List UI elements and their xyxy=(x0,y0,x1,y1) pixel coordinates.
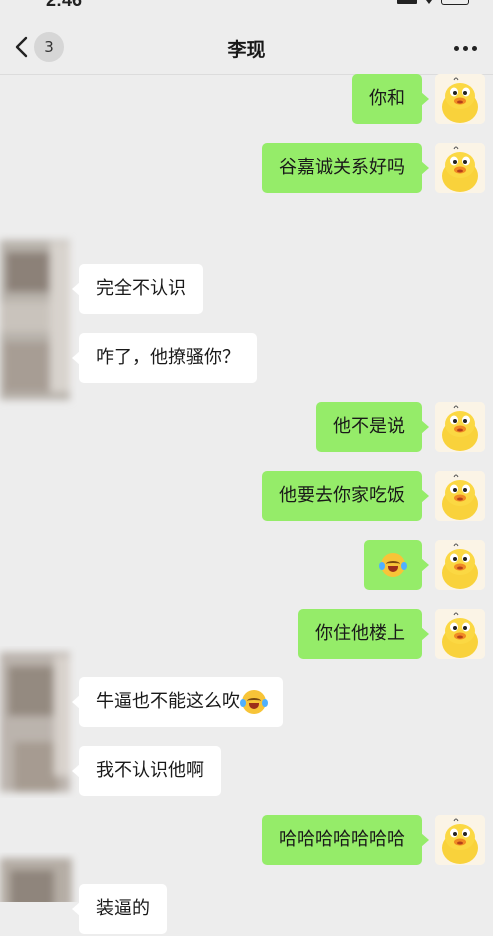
self-avatar-duck[interactable] xyxy=(435,402,485,452)
received-message-bubble[interactable]: 牛逼也不能这么吹 xyxy=(72,677,283,727)
message-text: 他不是说 xyxy=(333,416,405,437)
message-row-outgoing: 谷嘉诚关系好吗 xyxy=(0,143,493,195)
sent-message-bubble[interactable]: 他不是说 xyxy=(316,402,429,452)
tear-drop xyxy=(240,699,246,707)
message-text: 谷嘉诚关系好吗 xyxy=(279,157,405,178)
message-text: 你住他楼上 xyxy=(315,623,405,644)
more-options-button[interactable] xyxy=(454,46,477,51)
sent-message-bubble[interactable]: 你和 xyxy=(352,74,429,124)
message-text: 我不认识他啊 xyxy=(96,760,204,781)
self-avatar-duck[interactable] xyxy=(435,74,485,124)
status-bar: 2:46 xyxy=(0,0,493,14)
tear-drop xyxy=(262,699,268,707)
self-avatar-duck[interactable] xyxy=(435,471,485,521)
message-row-incoming: 装逼的 xyxy=(0,884,493,936)
sent-message-bubble[interactable]: 你住他楼上 xyxy=(298,609,429,659)
self-avatar-duck[interactable] xyxy=(435,815,485,865)
message-row-outgoing: 他不是说 xyxy=(0,402,493,454)
message-row-outgoing: 他要去你家吃饭 xyxy=(0,471,493,523)
message-row-outgoing: 你和 xyxy=(0,74,493,126)
chat-title: 李现 xyxy=(227,39,266,61)
tear-drop xyxy=(401,562,407,570)
self-avatar-duck[interactable] xyxy=(435,609,485,659)
received-message-bubble[interactable]: 装逼的 xyxy=(72,884,167,934)
signal-icon xyxy=(397,0,417,4)
received-message-bubble[interactable]: 完全不认识 xyxy=(72,264,203,314)
sent-message-bubble[interactable] xyxy=(364,540,429,590)
status-time: 2:46 xyxy=(46,0,83,10)
wifi-icon xyxy=(423,0,435,4)
message-row-incoming: 完全不认识 xyxy=(0,264,493,316)
more-dots-icon xyxy=(454,46,459,51)
sent-message-bubble[interactable]: 哈哈哈哈哈哈哈 xyxy=(262,815,429,865)
self-avatar-duck[interactable] xyxy=(435,143,485,193)
sent-message-bubble[interactable]: 谷嘉诚关系好吗 xyxy=(262,143,429,193)
message-text: 他要去你家吃饭 xyxy=(279,485,405,506)
battery-icon xyxy=(441,0,469,5)
laugh-cry-emoji xyxy=(240,690,268,714)
message-text: 你和 xyxy=(369,88,405,109)
chat-header: 3 李现 xyxy=(0,14,493,75)
tear-drop xyxy=(379,562,385,570)
message-row-incoming: 咋了，他撩骚你？ xyxy=(0,333,493,385)
self-avatar-duck[interactable] xyxy=(435,540,485,590)
message-text: 咋了，他撩骚你？ xyxy=(96,347,240,368)
message-row-outgoing: 哈哈哈哈哈哈哈 xyxy=(0,815,493,867)
more-dot xyxy=(463,46,468,51)
received-message-bubble[interactable]: 咋了，他撩骚你？ xyxy=(72,333,257,383)
message-text: 装逼的 xyxy=(96,898,150,919)
more-dot xyxy=(472,46,477,51)
received-message-bubble[interactable]: 我不认识他啊 xyxy=(72,746,221,796)
message-row-incoming: 我不认识他啊 xyxy=(0,746,493,798)
message-row-outgoing xyxy=(0,540,493,592)
message-text: 哈哈哈哈哈哈哈 xyxy=(279,829,405,850)
status-icons xyxy=(397,0,469,5)
message-text: 完全不认识 xyxy=(96,278,186,299)
sent-message-bubble[interactable]: 他要去你家吃饭 xyxy=(262,471,429,521)
laugh-cry-emoji xyxy=(379,553,407,577)
message-text: 牛逼也不能这么吹 xyxy=(96,691,240,712)
message-row-outgoing: 你住他楼上 xyxy=(0,609,493,661)
message-row-incoming: 牛逼也不能这么吹 xyxy=(0,677,493,729)
